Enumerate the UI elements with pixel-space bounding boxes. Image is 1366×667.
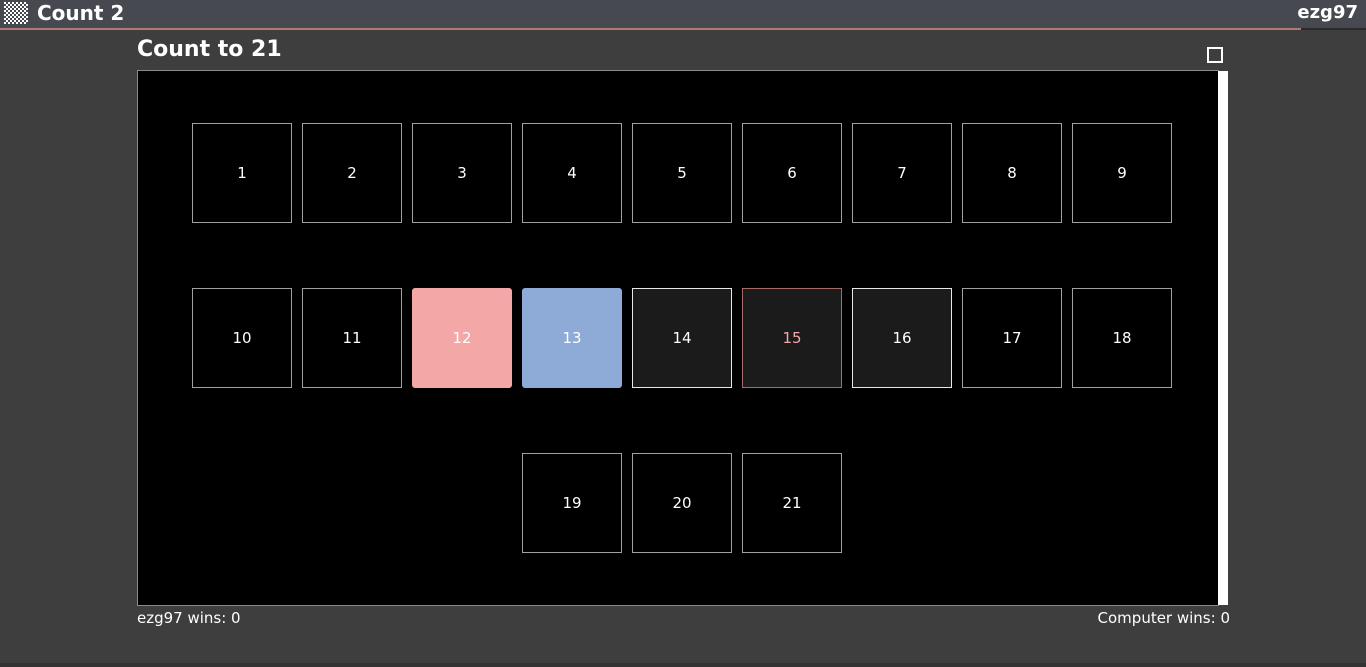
username-underline: [1301, 28, 1366, 30]
number-cell-5[interactable]: 5: [632, 123, 732, 223]
computer-wins: Computer wins: 0: [1097, 609, 1230, 627]
number-cell-7[interactable]: 7: [852, 123, 952, 223]
number-cell-8[interactable]: 8: [962, 123, 1062, 223]
number-cell-16[interactable]: 16: [852, 288, 952, 388]
number-cell-15[interactable]: 15: [742, 288, 842, 388]
app-title: Count 2: [37, 1, 125, 25]
maximize-icon[interactable]: [1207, 47, 1223, 63]
number-cell-17[interactable]: 17: [962, 288, 1062, 388]
player-wins: ezg97 wins: 0: [137, 609, 241, 627]
bottom-strip: [0, 663, 1366, 667]
number-cell-9[interactable]: 9: [1072, 123, 1172, 223]
number-cell-4[interactable]: 4: [522, 123, 622, 223]
scrollbar[interactable]: [1218, 71, 1228, 605]
number-cell-11[interactable]: 11: [302, 288, 402, 388]
top-bar: Count 2 ezg97: [0, 0, 1366, 30]
number-cell-13[interactable]: 13: [522, 288, 622, 388]
number-cell-3[interactable]: 3: [412, 123, 512, 223]
number-cell-18[interactable]: 18: [1072, 288, 1172, 388]
number-cell-6[interactable]: 6: [742, 123, 842, 223]
number-cell-12[interactable]: 12: [412, 288, 512, 388]
username-link[interactable]: ezg97: [1297, 0, 1358, 26]
number-cell-2[interactable]: 2: [302, 123, 402, 223]
number-cell-21[interactable]: 21: [742, 453, 842, 553]
checkerboard-icon: [4, 2, 28, 24]
game-title: Count to 21: [137, 37, 282, 62]
number-cell-20[interactable]: 20: [632, 453, 732, 553]
number-cell-19[interactable]: 19: [522, 453, 622, 553]
number-cell-1[interactable]: 1: [192, 123, 292, 223]
number-cell-10[interactable]: 10: [192, 288, 292, 388]
number-cell-14[interactable]: 14: [632, 288, 732, 388]
